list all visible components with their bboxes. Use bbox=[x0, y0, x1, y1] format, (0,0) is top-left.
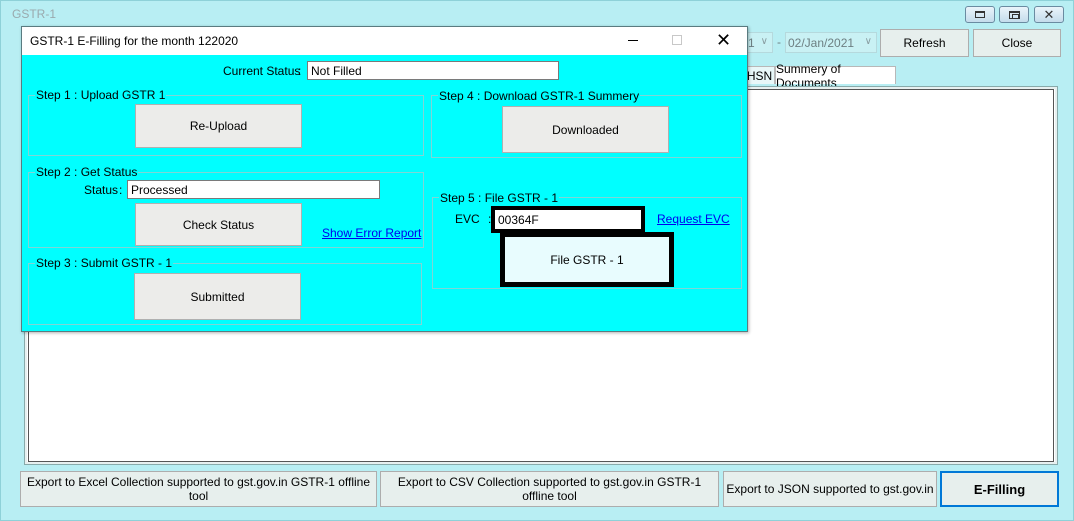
tab-summery-of-documents[interactable]: Summery of Documents bbox=[775, 62, 896, 90]
submitted-button[interactable]: Submitted bbox=[134, 273, 301, 320]
status-colon: : bbox=[119, 183, 123, 197]
evc-label: EVC bbox=[455, 212, 480, 226]
current-status-field[interactable]: Not Filled bbox=[307, 61, 559, 80]
close-button[interactable]: Close bbox=[973, 29, 1061, 57]
evc-field[interactable]: 00364F bbox=[491, 206, 645, 233]
to-date-value: 02/Jan/2021 bbox=[788, 35, 855, 50]
maximize-icon bbox=[1008, 10, 1020, 19]
main-maximize-button[interactable] bbox=[999, 6, 1029, 23]
check-status-button[interactable]: Check Status bbox=[135, 203, 302, 246]
dialog-minimize-button[interactable] bbox=[625, 33, 641, 47]
export-excel-button[interactable]: Export to Excel Collection supported to … bbox=[20, 471, 377, 507]
from-date-select[interactable]: 1 ∨ bbox=[745, 32, 773, 53]
request-evc-link[interactable]: Request EVC bbox=[657, 212, 730, 226]
to-date-select[interactable]: 02/Jan/2021 ∨ bbox=[785, 32, 877, 53]
step4-legend: Step 4 : Download GSTR-1 Summery bbox=[438, 89, 641, 103]
status-field[interactable]: Processed bbox=[127, 180, 380, 199]
tab-hsn[interactable]: HSN bbox=[744, 66, 775, 84]
from-date-value: 1 bbox=[748, 35, 755, 50]
main-close-button[interactable]: ✕ bbox=[1034, 6, 1064, 23]
downloaded-button[interactable]: Downloaded bbox=[502, 106, 669, 153]
date-separator: - bbox=[777, 35, 781, 49]
close-icon: ✕ bbox=[1043, 7, 1055, 22]
export-json-button[interactable]: Export to JSON supported to gst.gov.in bbox=[723, 471, 937, 507]
dialog-close-button[interactable]: ✕ bbox=[716, 31, 731, 49]
step2-legend: Step 2 : Get Status bbox=[35, 165, 139, 179]
status-label: Status bbox=[84, 183, 119, 197]
show-error-report-link[interactable]: Show Error Report bbox=[322, 226, 421, 240]
minimize-icon bbox=[975, 11, 985, 18]
dialog-title: GSTR-1 E-Filling for the month 122020 bbox=[30, 34, 239, 48]
e-filling-button[interactable]: E-Filling bbox=[940, 471, 1059, 507]
file-gstr1-button[interactable]: File GSTR - 1 bbox=[500, 232, 674, 287]
step5-legend: Step 5 : File GSTR - 1 bbox=[439, 191, 560, 205]
current-status-colon: : bbox=[298, 64, 302, 78]
chevron-down-icon: ∨ bbox=[864, 36, 872, 47]
re-upload-button[interactable]: Re-Upload bbox=[135, 104, 302, 148]
current-status-label: Current Status bbox=[223, 64, 301, 78]
export-csv-button[interactable]: Export to CSV Collection supported to gs… bbox=[380, 471, 719, 507]
main-window-title: GSTR-1 bbox=[12, 7, 57, 21]
refresh-button[interactable]: Refresh bbox=[880, 29, 969, 57]
chevron-down-icon: ∨ bbox=[760, 36, 768, 47]
step1-legend: Step 1 : Upload GSTR 1 bbox=[35, 88, 167, 102]
dialog-maximize-button[interactable] bbox=[672, 35, 682, 45]
main-minimize-button[interactable] bbox=[965, 6, 995, 23]
step3-legend: Step 3 : Submit GSTR - 1 bbox=[35, 256, 174, 270]
